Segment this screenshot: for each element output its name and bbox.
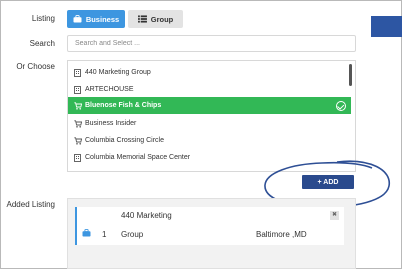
- cart-icon: [73, 101, 82, 110]
- cart-icon: [73, 136, 82, 145]
- search-input[interactable]: [67, 35, 356, 52]
- corner-block: [371, 16, 402, 37]
- added-listing-subname: Group: [121, 230, 144, 239]
- close-icon[interactable]: ✖: [330, 211, 339, 220]
- add-button[interactable]: + ADD: [302, 175, 354, 189]
- added-listing-index: 1: [102, 230, 107, 239]
- list-item[interactable]: Business Insider: [68, 115, 348, 132]
- list-item-label: Columbia Memorial Space Center: [85, 154, 191, 161]
- business-toggle-label: Business: [85, 14, 120, 24]
- added-listing-location: Baltimore ,MD: [256, 230, 307, 239]
- list-item-label: ARTECHOUSE: [85, 86, 134, 93]
- list-scrollbar[interactable]: [349, 64, 352, 86]
- group-toggle[interactable]: Group: [128, 10, 183, 28]
- added-listing-card: ✖ 440 Marketing 1 Group Baltimore ,MD: [75, 207, 344, 245]
- group-toggle-label: Group: [150, 14, 174, 24]
- list-item-label: Columbia Crossing Circle: [85, 137, 164, 144]
- added-listing-name: 440 Marketing: [121, 211, 172, 220]
- business-toggle[interactable]: Business: [67, 10, 125, 28]
- briefcase-icon: [73, 15, 82, 23]
- list-item[interactable]: ARTECHOUSE: [68, 81, 348, 98]
- added-listing-label: Added Listing: [6, 200, 55, 209]
- cart-icon: [73, 119, 82, 128]
- building-icon: [73, 153, 82, 162]
- list-item-label: Business Insider: [85, 120, 137, 127]
- briefcase-icon: [82, 229, 91, 239]
- list-item-label: 440 Marketing Group: [85, 69, 151, 76]
- list-item-selected[interactable]: Bluenose Fish & Chips: [68, 97, 351, 114]
- building-icon: [73, 68, 82, 77]
- check-circle-icon: [336, 101, 346, 111]
- list-item[interactable]: Columbia Crossing Circle: [68, 132, 348, 149]
- list-item[interactable]: 440 Marketing Group: [68, 64, 348, 81]
- building-icon: [73, 85, 82, 94]
- listing-label: Listing: [31, 14, 55, 23]
- list-item-label: Bluenose Fish & Chips: [85, 102, 162, 109]
- list-icon: [137, 15, 147, 23]
- or-choose-label: Or Choose: [16, 62, 55, 71]
- list-item[interactable]: Columbia Memorial Space Center: [68, 149, 348, 166]
- choice-list[interactable]: 440 Marketing Group ARTECHOUSE Bluenose …: [67, 60, 356, 172]
- search-label: Search: [29, 39, 55, 48]
